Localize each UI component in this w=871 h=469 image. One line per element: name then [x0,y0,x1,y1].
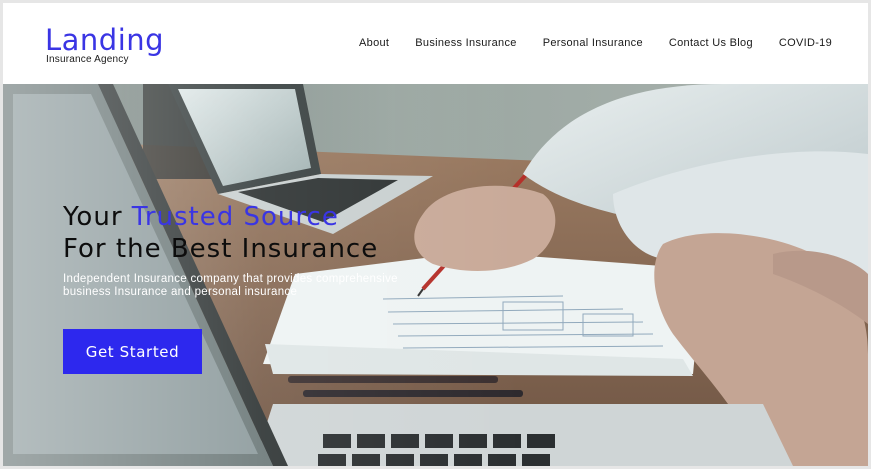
subtext-line1: Independent Insurance company that provi… [63,273,398,285]
logo[interactable]: Landing Insurance Agency [45,25,164,66]
nav-item-contact-us-blog[interactable]: Contact Us Blog [669,37,753,49]
nav-item-business-insurance[interactable]: Business Insurance [415,37,516,49]
headline-line2: For the Best Insurance [63,234,379,264]
nav-item-covid-19[interactable]: COVID-19 [779,37,832,49]
headline-accent: Trusted Source [131,202,339,232]
get-started-button[interactable]: Get Started [63,329,202,374]
hero-headline: Your Trusted Source For the Best Insuran… [63,201,433,265]
hero-content: Your Trusted Source For the Best Insuran… [63,201,433,374]
main-nav: About Business Insurance Personal Insura… [359,37,832,49]
nav-item-personal-insurance[interactable]: Personal Insurance [543,37,643,49]
subtext-line2: business Insurance and personal insuranc… [63,286,298,298]
hero-subtext: Independent Insurance company that provi… [63,273,433,299]
headline-part1: Your [63,202,132,232]
nav-item-about[interactable]: About [359,37,389,49]
page: Landing Insurance Agency About Business … [3,3,868,466]
site-header: Landing Insurance Agency About Business … [3,3,868,84]
logo-title: Landing [45,23,165,57]
hero-section: Your Trusted Source For the Best Insuran… [3,84,868,466]
